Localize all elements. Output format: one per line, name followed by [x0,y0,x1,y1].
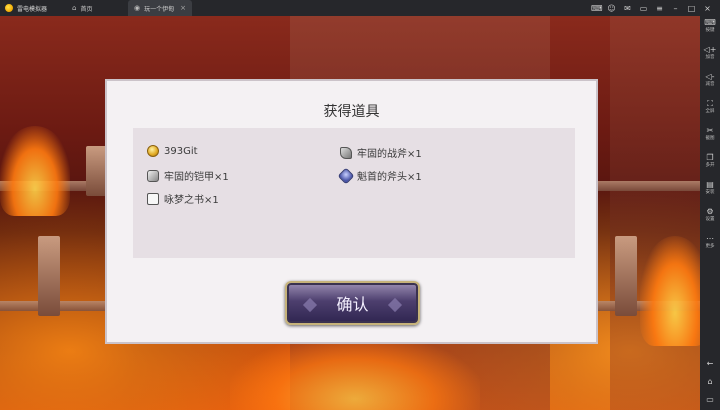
recent-apps-icon[interactable]: ▭ [706,395,714,404]
close-tab-icon[interactable]: × [180,4,186,12]
home-icon: ⌂ [72,4,77,12]
gamepad-control-icon[interactable]: ⌨ [591,4,603,13]
tab-home-label: 首页 [80,5,93,13]
gear-icon: ⚙ [706,207,714,216]
home-nav-icon[interactable]: ⌂ [707,377,712,386]
sidebar-item-screenshot[interactable]: ✂ 截图 [706,126,715,151]
app-logo: 雷电模拟器 [0,3,66,13]
minimize-icon[interactable]: – [671,4,680,13]
sidebar-item-multi[interactable]: ❐ 多开 [706,153,715,178]
sidebar-item-label: 截图 [705,136,715,141]
coin-icon [147,145,159,157]
tab-home[interactable]: ⌂ 首页 [66,0,128,16]
sidebar-item-label: 多开 [705,163,715,168]
axe-head-icon [337,167,355,184]
background-pillar [610,16,700,410]
emulator-logo-icon [4,3,14,13]
reward-dialog: 获得道具 393Git 牢固的战斧×1 牢固的铠甲×1 魁首的斧头×1 咏梦之书… [105,79,598,344]
tab-game-label: 玩一个伊甸 [144,5,175,13]
book-icon [147,192,159,205]
armor-icon [147,169,159,182]
back-icon[interactable]: ← [707,359,714,368]
background-post [615,236,637,316]
sidebar-item-more[interactable]: ⋯ 更多 [706,234,715,259]
reward-item-label: 咏梦之书×1 [164,195,219,206]
sidebar-item-label: 安装 [705,190,715,195]
sidebar-item-volume-down[interactable]: ◁- 减音 [705,72,714,97]
display-icon[interactable]: ▭ [639,4,648,13]
confirm-button[interactable]: 确认 [285,281,420,325]
sidebar-item-fullscreen[interactable]: ⛶ 全屏 [706,99,715,124]
reward-item: 咏梦之书×1 [147,191,219,206]
reward-item: 牢固的战斧×1 [340,145,422,160]
reward-item-label: 牢固的铠甲×1 [164,172,229,183]
background-post [38,236,60,316]
sidebar-item-volume-up[interactable]: ◁+ 加音 [704,45,717,70]
reward-item-label: 393Git [164,145,198,157]
scissors-icon: ✂ [706,126,714,135]
tab-game[interactable]: ◉ 玩一个伊甸 × [128,0,192,16]
reward-item-panel: 393Git 牢固的战斧×1 牢固的铠甲×1 魁首的斧头×1 咏梦之书×1 [133,128,575,258]
mail-icon[interactable]: ✉ [623,4,632,13]
install-icon: ▤ [706,180,714,189]
reward-item: 魁首的斧头×1 [337,167,422,184]
fire-effect [0,126,70,216]
reward-item: 牢固的铠甲×1 [147,168,229,183]
sidebar-item-label: 设置 [705,217,715,222]
sidebar-item-label: 加音 [705,55,715,60]
fullscreen-icon: ⛶ [707,99,713,108]
title-bar: 雷电模拟器 ⌂ 首页 ◉ 玩一个伊甸 × ⌨ ☺ ✉ ▭ ≡ – □ × [0,0,720,16]
volume-down-icon: ◁- [705,72,715,81]
sidebar-item-keyboard[interactable]: ⌨ 按键 [704,18,716,43]
dialog-title: 获得道具 [323,104,380,120]
reward-item: 393Git [147,145,198,157]
sidebar-item-label: 减音 [705,82,715,87]
sidebar-item-settings[interactable]: ⚙ 设置 [706,207,715,232]
emulator-sidebar: ⌨ 按键 ◁+ 加音 ◁- 减音 ⛶ 全屏 ✂ 截图 ❐ 多开 ▤ 安装 ⚙ 设… [700,16,720,410]
sidebar-item-label: 更多 [705,244,715,249]
gamepad-icon: ◉ [134,4,141,12]
menu-icon[interactable]: ≡ [655,4,664,13]
multi-window-icon: ❐ [706,153,714,162]
game-screen: 获得道具 393Git 牢固的战斧×1 牢固的铠甲×1 魁首的斧头×1 咏梦之书… [0,16,700,410]
confirm-button-label: 确认 [336,295,369,314]
app-title: 雷电模拟器 [17,5,48,13]
volume-up-icon: ◁+ [703,45,717,54]
more-icon: ⋯ [706,234,714,243]
keyboard-icon: ⌨ [704,18,716,27]
close-icon[interactable]: × [703,4,712,13]
maximize-icon[interactable]: □ [687,4,696,13]
user-icon[interactable]: ☺ [607,4,616,13]
sidebar-item-install[interactable]: ▤ 安装 [706,180,715,205]
axe-icon [340,146,352,159]
button-ornament-right [387,297,403,313]
reward-item-label: 魁首的斧头×1 [357,172,422,183]
sidebar-item-label: 全屏 [705,109,715,114]
fire-effect [640,236,700,346]
window-controls: ⌨ ☺ ✉ ▭ ≡ – □ × [591,4,720,13]
android-nav-buttons: ← ⌂ ▭ [706,359,714,404]
reward-item-label: 牢固的战斧×1 [357,149,422,160]
sidebar-item-label: 按键 [705,28,715,33]
button-ornament-left [302,297,318,313]
